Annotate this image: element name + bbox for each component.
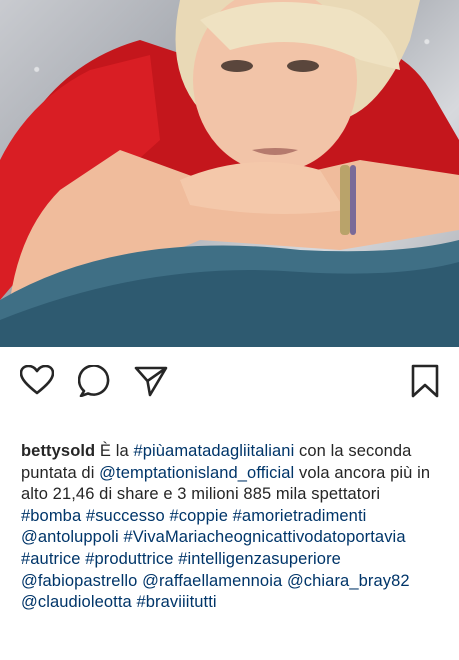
- hashtag-link[interactable]: #successo: [86, 507, 165, 525]
- heart-icon[interactable]: [20, 365, 54, 395]
- action-bar: [0, 347, 459, 417]
- mention-link[interactable]: @antoluppoli: [21, 528, 119, 546]
- hashtag-link[interactable]: #intelligenzasuperiore: [178, 550, 341, 568]
- caption-username[interactable]: bettysold: [21, 442, 95, 460]
- post-photo-illustration: [0, 0, 459, 347]
- mention-link[interactable]: @chiara_bray82: [287, 572, 410, 590]
- bookmark-icon[interactable]: [410, 364, 440, 398]
- mention-link[interactable]: @temptationisland_official: [99, 464, 294, 482]
- hashtag-link[interactable]: #coppie: [169, 507, 228, 525]
- mention-link[interactable]: @raffaellamennoia: [142, 572, 282, 590]
- mention-link[interactable]: @claudioleotta: [21, 593, 132, 611]
- caption-body: È la #piùamatadagliitaliani con la secon…: [21, 442, 430, 611]
- hashtag-link[interactable]: #amorietradimenti: [233, 507, 367, 525]
- hashtag-link[interactable]: #produttrice: [85, 550, 173, 568]
- hashtag-link[interactable]: #braviiitutti: [137, 593, 217, 611]
- hashtag-link[interactable]: #piùamatadagliitaliani: [133, 442, 294, 460]
- post-photo[interactable]: [0, 0, 459, 347]
- hashtag-link[interactable]: #autrice: [21, 550, 81, 568]
- post-caption: bettysold È la #piùamatadagliitaliani co…: [21, 441, 441, 614]
- share-icon[interactable]: [134, 365, 168, 397]
- hashtag-link[interactable]: #bomba: [21, 507, 81, 525]
- caption-text: È la: [95, 442, 134, 460]
- hashtag-link[interactable]: #VivaMariacheognicattivodatoportavia: [123, 528, 405, 546]
- comment-icon[interactable]: [78, 365, 112, 397]
- mention-link[interactable]: @fabiopastrello: [21, 572, 137, 590]
